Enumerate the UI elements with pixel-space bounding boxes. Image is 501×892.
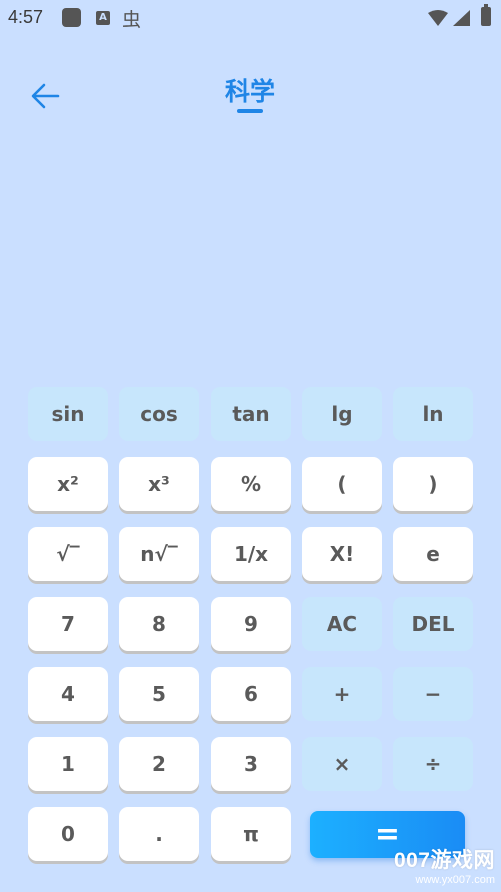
battery-icon bbox=[481, 4, 491, 26]
nth-root-key[interactable]: n√‾ bbox=[119, 527, 199, 581]
digit-5-key[interactable]: 5 bbox=[119, 667, 199, 721]
digit-9-key[interactable]: 9 bbox=[211, 597, 291, 651]
digit-8-key[interactable]: 8 bbox=[119, 597, 199, 651]
delete-key[interactable]: DEL bbox=[393, 597, 473, 651]
ln-key[interactable]: ln bbox=[393, 387, 473, 441]
reciprocal-key[interactable]: 1/x bbox=[211, 527, 291, 581]
digit-4-key[interactable]: 4 bbox=[28, 667, 108, 721]
status-bar: 4:57 A 虫 bbox=[0, 0, 501, 34]
digit-3-key[interactable]: 3 bbox=[211, 737, 291, 791]
digit-7-key[interactable]: 7 bbox=[28, 597, 108, 651]
app-square-icon bbox=[62, 8, 81, 27]
calculator-display bbox=[20, 130, 480, 370]
cube-key[interactable]: x³ bbox=[119, 457, 199, 511]
status-time: 4:57 bbox=[8, 7, 44, 27]
divide-key[interactable]: ÷ bbox=[393, 737, 473, 791]
open-paren-key[interactable]: ( bbox=[302, 457, 382, 511]
watermark: 007游戏网 www.yx007.com bbox=[394, 844, 495, 886]
digit-6-key[interactable]: 6 bbox=[211, 667, 291, 721]
back-button[interactable] bbox=[28, 80, 64, 112]
lg-key[interactable]: lg bbox=[302, 387, 382, 441]
title-underline bbox=[237, 109, 263, 113]
watermark-main: 007游戏网 bbox=[393, 849, 495, 872]
arrow-left-icon bbox=[31, 83, 60, 109]
sqrt-key[interactable]: √‾ bbox=[28, 527, 108, 581]
close-paren-key[interactable]: ) bbox=[393, 457, 473, 511]
factorial-key[interactable]: X! bbox=[302, 527, 382, 581]
cos-key[interactable]: cos bbox=[119, 387, 199, 441]
plus-key[interactable]: + bbox=[302, 667, 382, 721]
digit-1-key[interactable]: 1 bbox=[28, 737, 108, 791]
sin-key[interactable]: sin bbox=[28, 387, 108, 441]
wifi-icon bbox=[428, 10, 448, 26]
digit-0-key[interactable]: 0 bbox=[28, 807, 108, 861]
decimal-key[interactable]: . bbox=[119, 807, 199, 861]
signal-icon bbox=[453, 10, 470, 26]
square-key[interactable]: x² bbox=[28, 457, 108, 511]
percent-key[interactable]: % bbox=[211, 457, 291, 511]
bug-icon: 虫 bbox=[122, 9, 142, 31]
minus-key[interactable]: − bbox=[393, 667, 473, 721]
digit-2-key[interactable]: 2 bbox=[119, 737, 199, 791]
page-title: 科学 bbox=[224, 77, 275, 106]
pi-key[interactable]: π bbox=[211, 807, 291, 861]
a-notification-icon: A bbox=[96, 11, 110, 25]
clear-all-key[interactable]: AC bbox=[302, 597, 382, 651]
e-key[interactable]: e bbox=[393, 527, 473, 581]
watermark-sub: www.yx007.com bbox=[415, 874, 495, 886]
multiply-key[interactable]: × bbox=[302, 737, 382, 791]
tan-key[interactable]: tan bbox=[211, 387, 291, 441]
